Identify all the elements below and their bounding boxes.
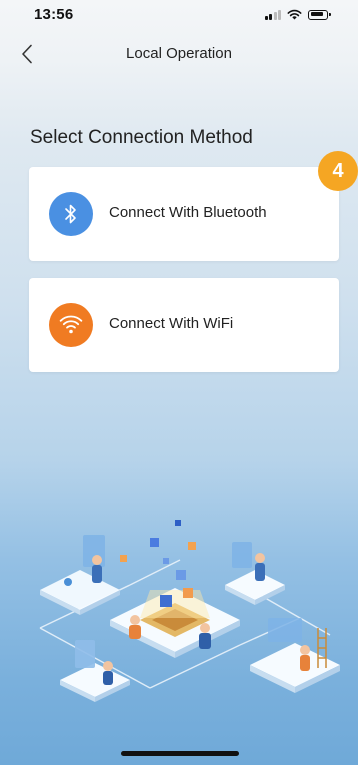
status-icons (264, 9, 331, 20)
bluetooth-option-label: Connect With Bluetooth (109, 204, 267, 221)
signal-icon (264, 9, 281, 20)
floating-cubes (120, 520, 196, 564)
left-platform (40, 535, 120, 615)
right-platform (225, 542, 285, 605)
bluetooth-icon (65, 204, 76, 224)
status-bar: 13:56 (0, 0, 358, 32)
lower-right-platform (250, 618, 340, 693)
home-indicator (121, 751, 239, 756)
step-badge: 4 (318, 151, 358, 191)
wifi-icon (287, 9, 302, 20)
wifi-icon-circle (49, 303, 93, 347)
page-title: Local Operation (126, 45, 232, 62)
status-time: 13:56 (34, 6, 74, 23)
connected-devices-illustration (39, 520, 340, 702)
battery-icon (308, 9, 331, 20)
nav-bar: Local Operation (0, 34, 358, 74)
wifi-option-label: Connect With WiFi (109, 315, 234, 332)
bluetooth-icon-circle (49, 192, 93, 236)
connect-bluetooth-option[interactable]: Connect With Bluetooth (29, 167, 339, 261)
connect-wifi-option[interactable]: Connect With WiFi (29, 278, 339, 372)
section-title: Select Connection Method (30, 127, 253, 148)
center-platform (110, 570, 240, 658)
wifi-icon (59, 315, 83, 334)
screen: 13:56 Local Operation Select Connection … (0, 0, 358, 765)
